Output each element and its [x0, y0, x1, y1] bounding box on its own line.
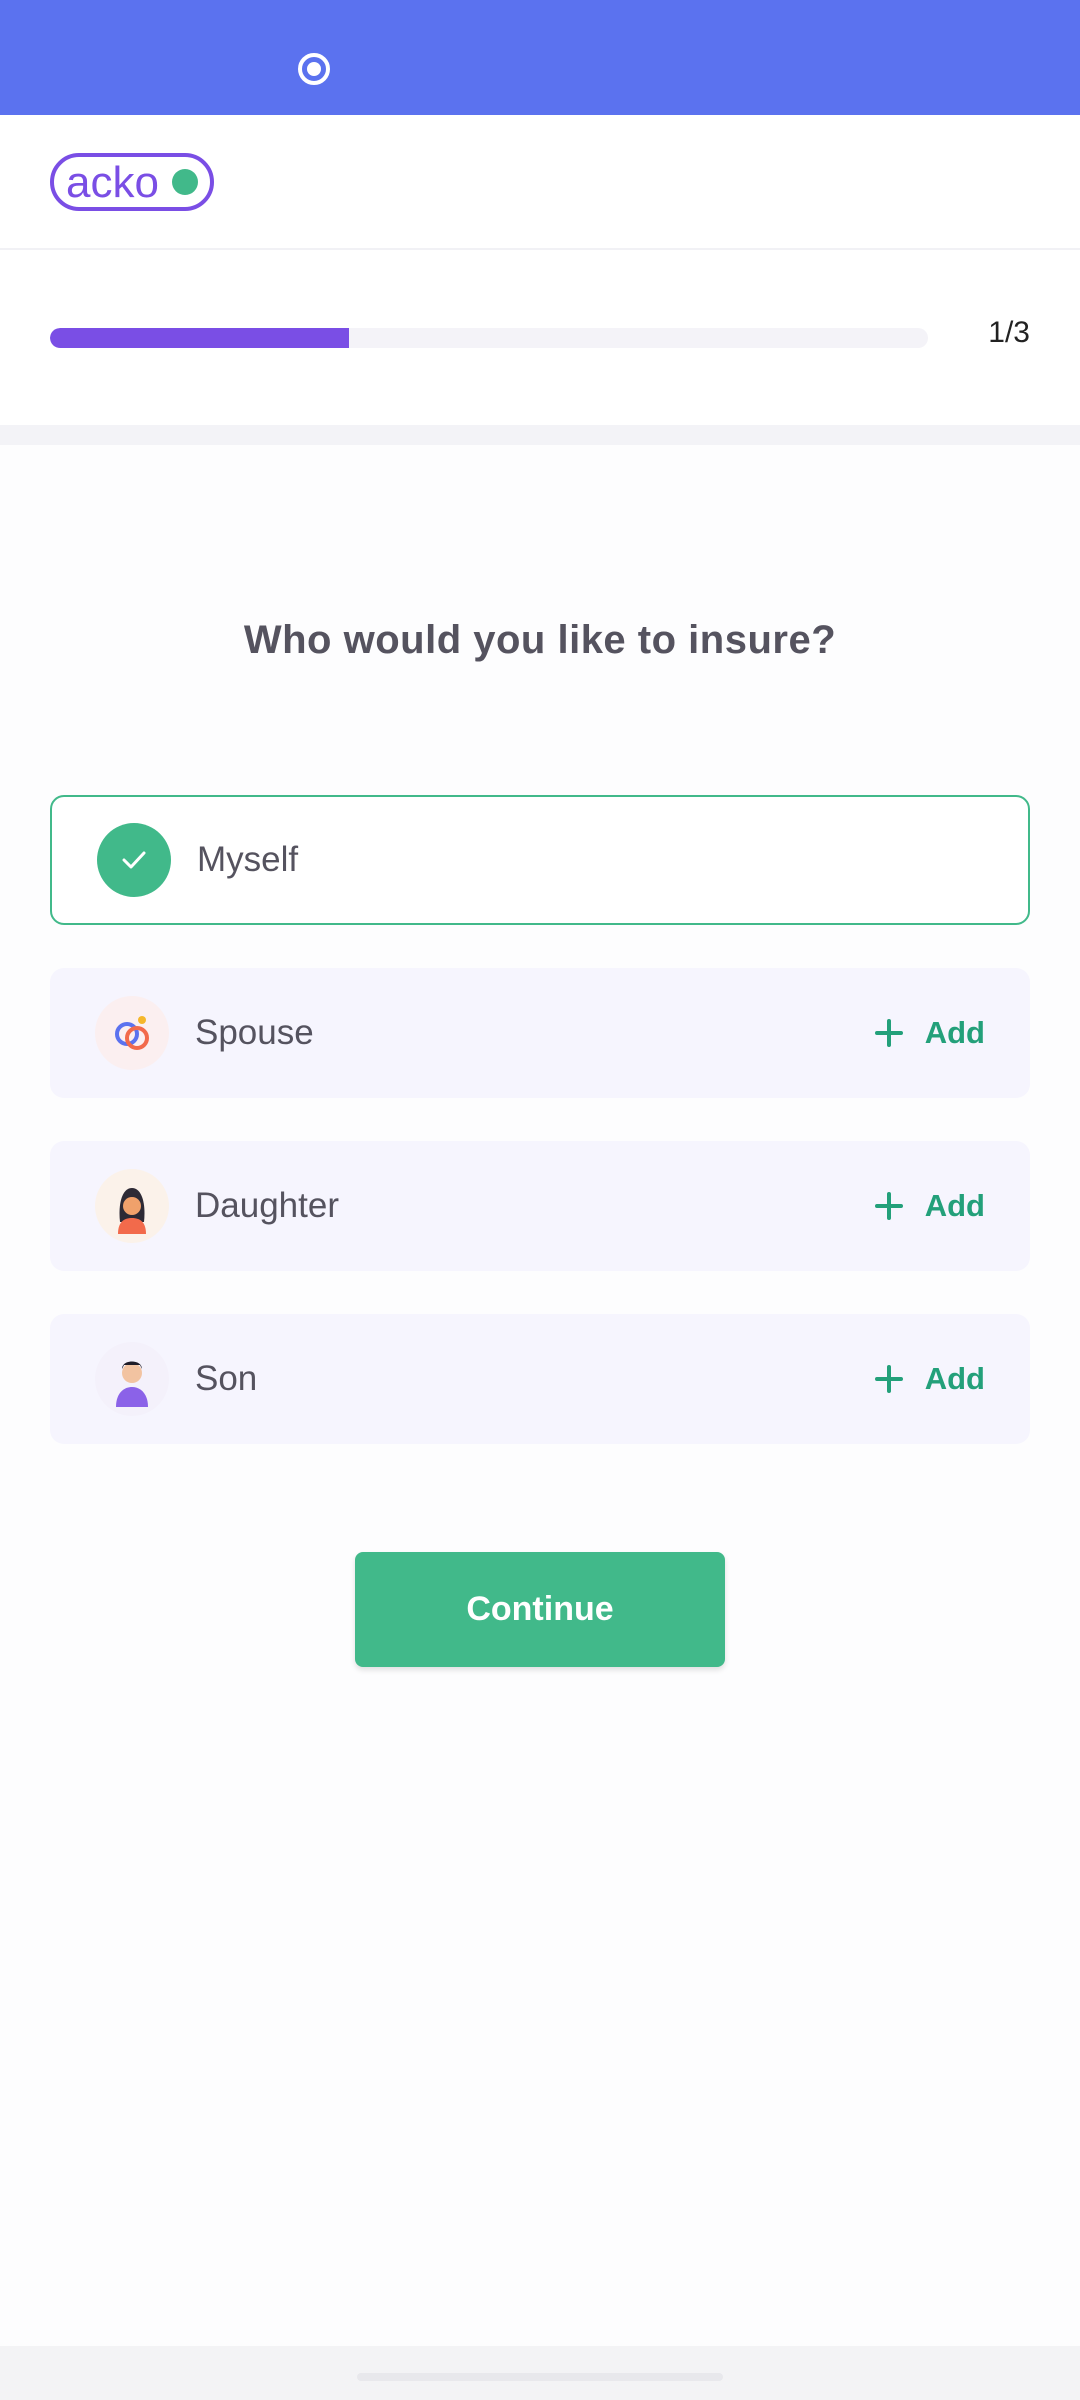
progress-section: 1/3 — [0, 250, 1080, 425]
acko-logo: acko — [50, 153, 214, 211]
home-gesture-handle[interactable] — [357, 2373, 723, 2381]
add-label: Add — [924, 1361, 985, 1396]
option-label: Son — [195, 1359, 258, 1398]
section-divider — [0, 425, 1080, 445]
option-spouse[interactable]: Spouse Add — [50, 968, 1030, 1098]
plus-icon — [874, 1365, 903, 1393]
rings-icon — [95, 996, 169, 1070]
option-label: Daughter — [195, 1186, 339, 1225]
add-daughter-button[interactable]: Add — [874, 1188, 985, 1224]
option-son[interactable]: Son Add — [50, 1314, 1030, 1444]
plus-icon — [874, 1192, 903, 1220]
status-bar — [0, 0, 1080, 115]
progress-text: 1/3 — [988, 316, 1030, 349]
check-icon — [97, 823, 171, 897]
plus-icon — [874, 1019, 903, 1047]
daughter-avatar-icon — [95, 1169, 169, 1243]
svg-text:acko: acko — [66, 158, 159, 207]
option-label: Myself — [197, 840, 299, 879]
add-son-button[interactable]: Add — [874, 1361, 985, 1397]
progress-fill — [50, 328, 349, 348]
page-title: Who would you like to insure? — [243, 618, 837, 662]
progress-track — [50, 328, 928, 348]
son-avatar-icon — [95, 1342, 169, 1416]
option-myself[interactable]: Myself — [50, 795, 1030, 925]
add-label: Add — [924, 1188, 985, 1223]
add-label: Add — [924, 1015, 985, 1050]
record-indicator-icon — [298, 53, 330, 85]
add-spouse-button[interactable]: Add — [874, 1015, 985, 1051]
continue-button[interactable]: Continue — [355, 1552, 725, 1667]
option-daughter[interactable]: Daughter Add — [50, 1141, 1030, 1271]
option-label: Spouse — [195, 1013, 314, 1052]
app-header: acko — [0, 115, 1080, 250]
